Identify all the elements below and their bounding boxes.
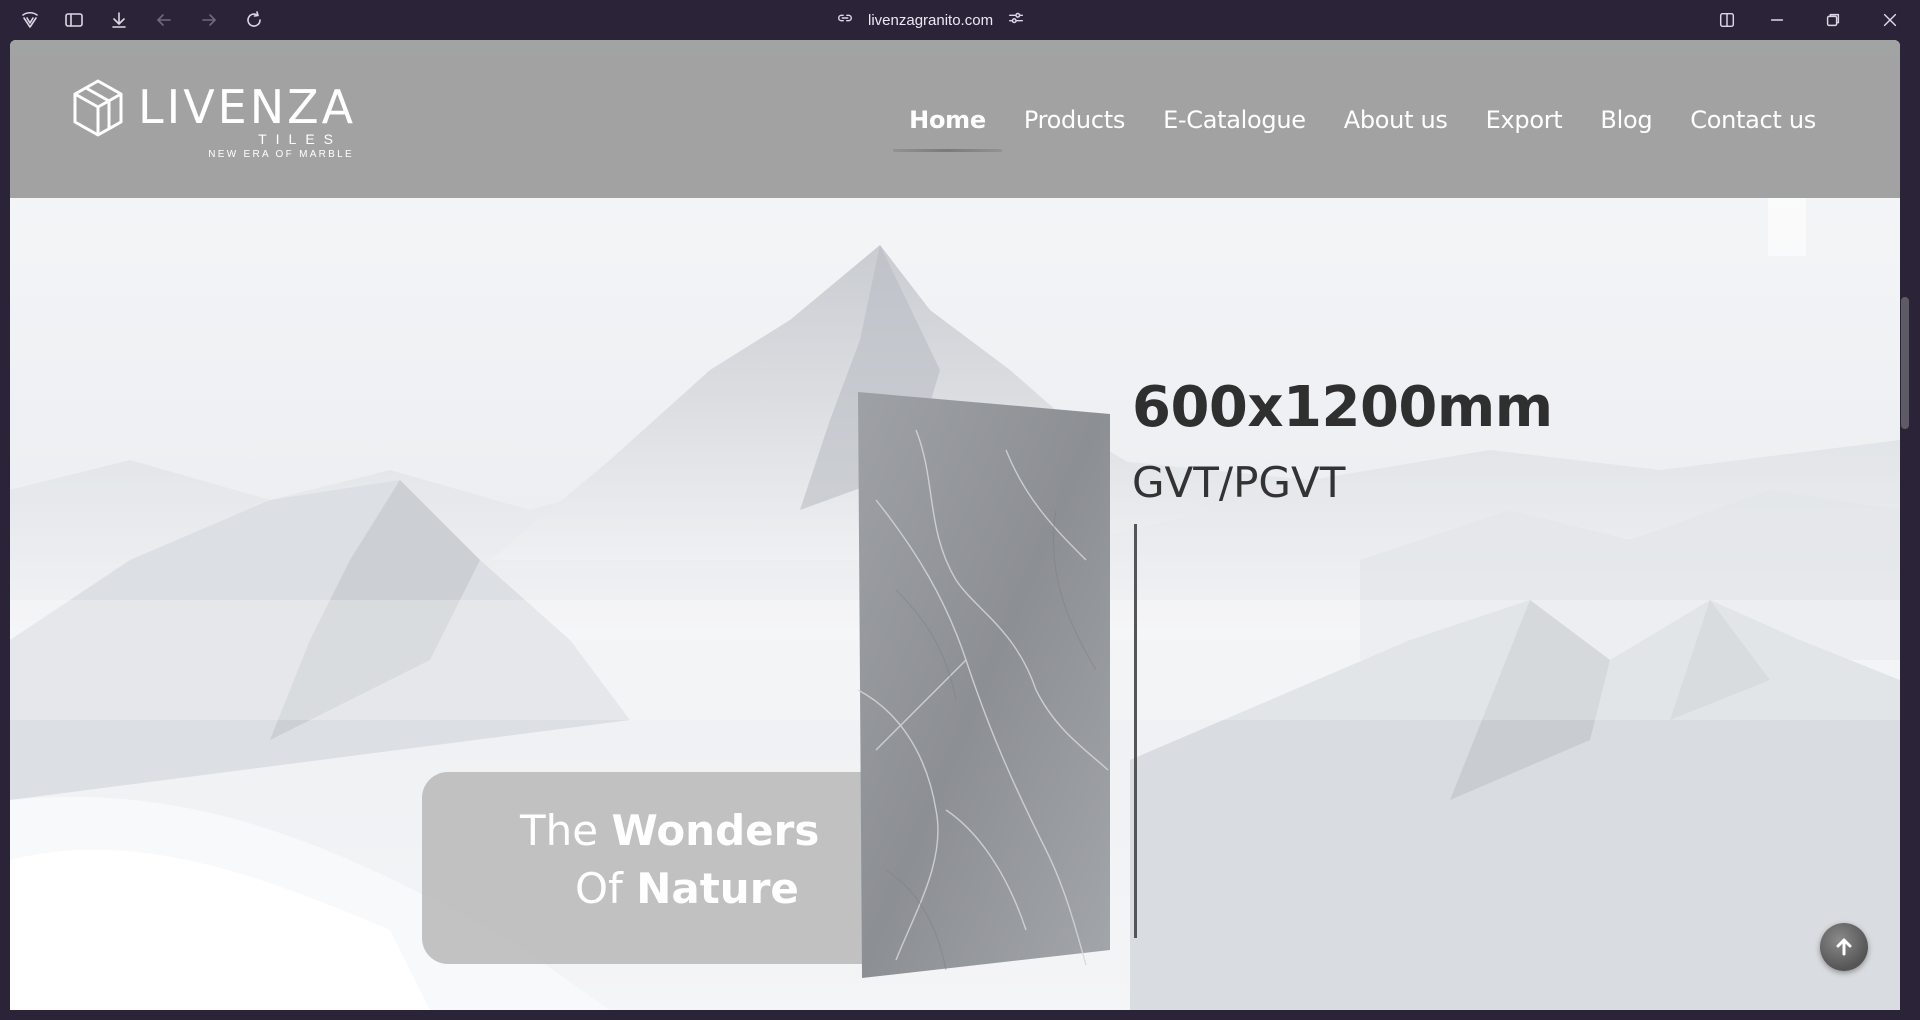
nav-e-catalogue[interactable]: E-Catalogue [1163,106,1306,134]
nav-blog[interactable]: Blog [1600,106,1652,134]
arrow-up-icon [1836,938,1852,956]
tagline-line-2: Of Nature [575,864,799,913]
nav-export[interactable]: Export [1486,106,1563,134]
address-bar[interactable]: livenzagranito.com [836,8,1025,32]
tagline-card: The Wonders Of Nature [422,772,862,964]
logo-subtitle: TILES [258,131,342,147]
page-scrollbar[interactable] [1900,40,1910,1010]
nav-home[interactable]: Home [893,106,1002,152]
scrollbar-thumb[interactable] [1901,297,1909,429]
tagline-line-1: The Wonders [520,806,820,855]
reload-icon[interactable] [242,8,266,32]
tile-size-heading: 600x1200mm [1132,375,1553,440]
logo-cube-icon [73,79,123,137]
main-nav: Home Products E-Catalogue About us Expor… [893,106,1816,152]
logo-wordmark: LIVENZA [138,80,357,134]
header-tab-decoration [1768,198,1806,256]
page-viewport: LIVENZA TILES NEW ERA OF MARBLE Home Pro… [10,40,1900,1010]
download-icon[interactable] [107,8,131,32]
tile-type-heading: GVT/PGVT [1132,458,1346,507]
scroll-to-top-button[interactable] [1820,923,1868,971]
marble-tile-image [856,390,1114,980]
browser-toolbar: livenzagranito.com [0,0,1920,40]
url-text[interactable]: livenzagranito.com [868,12,993,29]
nav-products[interactable]: Products [1024,106,1126,134]
sidebar-icon[interactable] [62,8,86,32]
restore-icon[interactable] [1821,8,1845,32]
nav-contact-us[interactable]: Contact us [1690,106,1816,134]
split-view-icon[interactable] [1715,8,1739,32]
site-settings-icon[interactable] [1007,9,1025,31]
vertical-divider [1134,524,1137,938]
minimize-icon[interactable] [1765,8,1789,32]
logo-tagline: NEW ERA OF MARBLE [208,149,354,160]
forward-icon[interactable] [197,8,221,32]
livenza-logo[interactable]: LIVENZA TILES NEW ERA OF MARBLE [72,78,362,168]
nav-about-us[interactable]: About us [1344,106,1448,134]
app-menu-icon[interactable] [18,8,42,32]
site-header: LIVENZA TILES NEW ERA OF MARBLE Home Pro… [10,40,1900,198]
link-icon [836,9,854,31]
close-icon[interactable] [1878,8,1902,32]
back-icon[interactable] [152,8,176,32]
